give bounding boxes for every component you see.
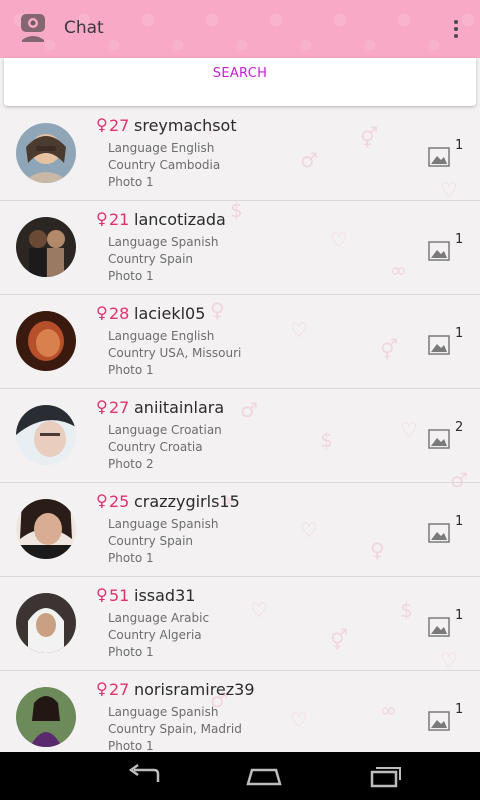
search-card: SEARCH <box>4 58 476 106</box>
user-country: Country Algeria <box>108 628 202 642</box>
user-row[interactable]: ♀ 27 norisramirez39 Language Spanish Cou… <box>0 670 480 752</box>
user-photo-info: Photo 1 <box>108 551 154 565</box>
user-language: Language Spanish <box>108 235 219 249</box>
female-icon: ♀ <box>96 397 108 416</box>
avatar[interactable] <box>16 217 76 277</box>
user-country: Country Spain <box>108 534 194 548</box>
photo-count: 1 <box>455 138 464 153</box>
system-nav-bar <box>0 752 480 800</box>
user-name: issad31 <box>134 586 196 605</box>
photo-count: 1 <box>455 514 464 529</box>
user-list: ♀ 27 sreymachsot Language English Countr… <box>0 106 480 752</box>
user-name: lancotizada <box>134 210 226 229</box>
photo-icon <box>428 523 450 543</box>
female-icon: ♀ <box>96 679 108 698</box>
user-name: laciekl05 <box>134 304 206 323</box>
recents-icon[interactable] <box>364 764 404 788</box>
user-photo-info: Photo 2 <box>108 457 154 471</box>
back-icon[interactable] <box>124 764 164 788</box>
app-title: Chat <box>64 18 104 38</box>
user-country: Country USA, Missouri <box>108 346 242 360</box>
photo-icon <box>428 335 450 355</box>
photo-icon <box>428 147 450 167</box>
user-language: Language Spanish <box>108 705 219 719</box>
avatar[interactable] <box>16 593 76 653</box>
photo-icon <box>428 617 450 637</box>
user-row[interactable]: ♀ 28 laciekl05 Language English Country … <box>0 294 480 389</box>
app-bar: Chat <box>0 0 480 58</box>
photo-icon <box>428 711 450 731</box>
female-icon: ♀ <box>96 115 108 134</box>
user-country: Country Spain <box>108 252 194 266</box>
search-button[interactable]: SEARCH <box>4 66 476 81</box>
user-row[interactable]: ♀ 25 crazzygirls15 Language Spanish Coun… <box>0 482 480 577</box>
user-language: Language English <box>108 329 215 343</box>
user-row[interactable]: ♀ 51 issad31 Language Arabic Country Alg… <box>0 576 480 671</box>
user-age: 27 <box>109 398 130 417</box>
user-name: aniitainlara <box>134 398 225 417</box>
user-age: 51 <box>109 586 130 605</box>
user-age: 21 <box>109 210 130 229</box>
user-photo-info: Photo 1 <box>108 645 154 659</box>
user-age: 27 <box>109 680 130 699</box>
user-language: Language Arabic <box>108 611 210 625</box>
chat-app-icon[interactable] <box>18 12 48 44</box>
avatar[interactable] <box>16 405 76 465</box>
avatar[interactable] <box>16 499 76 559</box>
photo-count: 1 <box>455 608 464 623</box>
user-language: Language Spanish <box>108 517 219 531</box>
user-age: 27 <box>109 116 130 135</box>
user-row[interactable]: ♀ 27 sreymachsot Language English Countr… <box>0 106 480 201</box>
user-photo-info: Photo 1 <box>108 269 154 283</box>
user-row[interactable]: ♀ 27 aniitainlara Language Croatian Coun… <box>0 388 480 483</box>
user-row[interactable]: ♀ 21 lancotizada Language Spanish Countr… <box>0 200 480 295</box>
photo-count: 1 <box>455 326 464 341</box>
photo-count: 2 <box>455 420 464 435</box>
photo-count: 1 <box>455 232 464 247</box>
user-name: norisramirez39 <box>134 680 255 699</box>
photo-icon <box>428 429 450 449</box>
female-icon: ♀ <box>96 491 108 510</box>
user-language: Language English <box>108 141 215 155</box>
user-country: Country Croatia <box>108 440 203 454</box>
avatar[interactable] <box>16 123 76 183</box>
user-photo-info: Photo 1 <box>108 363 154 377</box>
user-country: Country Spain, Madrid <box>108 722 242 736</box>
overflow-menu-icon[interactable] <box>446 16 466 42</box>
female-icon: ♀ <box>96 303 108 322</box>
avatar[interactable] <box>16 687 76 747</box>
user-age: 28 <box>109 304 130 323</box>
user-country: Country Cambodia <box>108 158 221 172</box>
user-age: 25 <box>109 492 130 511</box>
photo-count: 1 <box>455 702 464 717</box>
photo-icon <box>428 241 450 261</box>
user-name: sreymachsot <box>134 116 237 135</box>
female-icon: ♀ <box>96 209 108 228</box>
female-icon: ♀ <box>96 585 108 604</box>
user-name: crazzygirls15 <box>134 492 240 511</box>
user-photo-info: Photo 1 <box>108 175 154 189</box>
user-language: Language Croatian <box>108 423 222 437</box>
user-photo-info: Photo 1 <box>108 739 154 752</box>
avatar[interactable] <box>16 311 76 371</box>
home-icon[interactable] <box>244 764 284 788</box>
